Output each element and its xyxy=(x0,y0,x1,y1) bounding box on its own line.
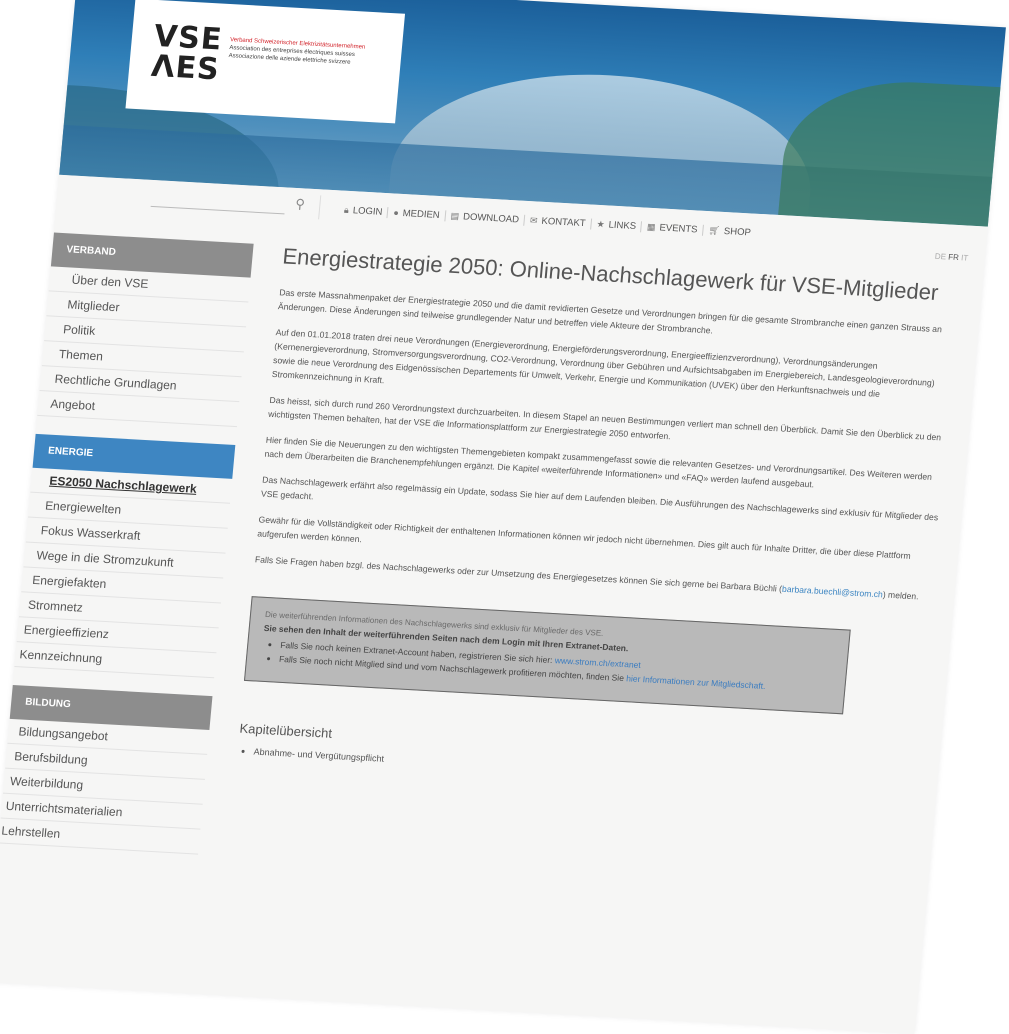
nav-medien[interactable]: ● MEDIEN xyxy=(387,206,447,221)
nav-links[interactable]: ★ LINKS xyxy=(591,218,643,232)
language-switcher: DE FR IT xyxy=(934,252,968,263)
sidebar: VERBAND Über den VSE Mitglieder Politik … xyxy=(0,232,254,873)
member-info-box: Die weiterführenden Informationen des Na… xyxy=(243,596,851,715)
nav-download[interactable]: ▤ DOWNLOAD xyxy=(445,209,526,226)
banner-hill xyxy=(775,75,1006,227)
chapter-overview: Kapitelübersicht Abnahme- und Vergütungs… xyxy=(237,721,919,796)
sidebar-list-energie: ES2050 Nachschlagewerk Energiewelten Fok… xyxy=(14,467,233,679)
search-icon[interactable]: ⚲ xyxy=(295,196,306,212)
search-box: ⚲ xyxy=(146,185,322,220)
calendar-icon: ▦ xyxy=(646,221,657,232)
nav-login[interactable]: 🔒︎ LOGIN xyxy=(338,203,389,218)
envelope-icon: ✉ xyxy=(529,214,539,226)
contact-text-end: ) melden. xyxy=(882,589,920,602)
web-page: VSE ΛES Verband Schweizerischer Elektriz… xyxy=(0,0,1006,1034)
search-input[interactable] xyxy=(150,189,286,215)
sidebar-list-verband: Über den VSE Mitglieder Politik Themen R… xyxy=(37,266,251,428)
download-icon: ▤ xyxy=(450,210,460,221)
info-circle-icon: ● xyxy=(392,207,400,218)
main-content: Energiestrategie 2050: Online-Nachschlag… xyxy=(237,243,963,795)
contact-email-link[interactable]: barbara.buechli@strom.ch xyxy=(782,584,884,600)
nav-kontakt[interactable]: ✉ KONTAKT xyxy=(524,214,593,230)
logo-org-names: Verband Schweizerischer Elektrizitätsunt… xyxy=(228,36,395,69)
nav-events[interactable]: ▦ EVENTS xyxy=(641,220,705,236)
star-icon: ★ xyxy=(596,218,606,229)
tilted-screenshot: VSE ΛES Verband Schweizerischer Elektriz… xyxy=(0,0,1006,1034)
site-logo[interactable]: VSE ΛES Verband Schweizerischer Elektriz… xyxy=(125,0,406,124)
lang-de[interactable]: DE xyxy=(934,252,946,262)
cart-icon: 🛒︎ xyxy=(708,224,721,236)
lang-it[interactable]: IT xyxy=(961,253,969,262)
nav-shop[interactable]: 🛒︎ SHOP xyxy=(703,224,756,238)
lang-fr[interactable]: FR xyxy=(948,253,959,263)
logo-mark: VSE ΛES xyxy=(149,18,224,88)
sidebar-list-bildung: Bildungsangebot Berufsbildung Weiterbild… xyxy=(0,718,210,855)
lock-icon: 🔒︎ xyxy=(343,204,350,215)
